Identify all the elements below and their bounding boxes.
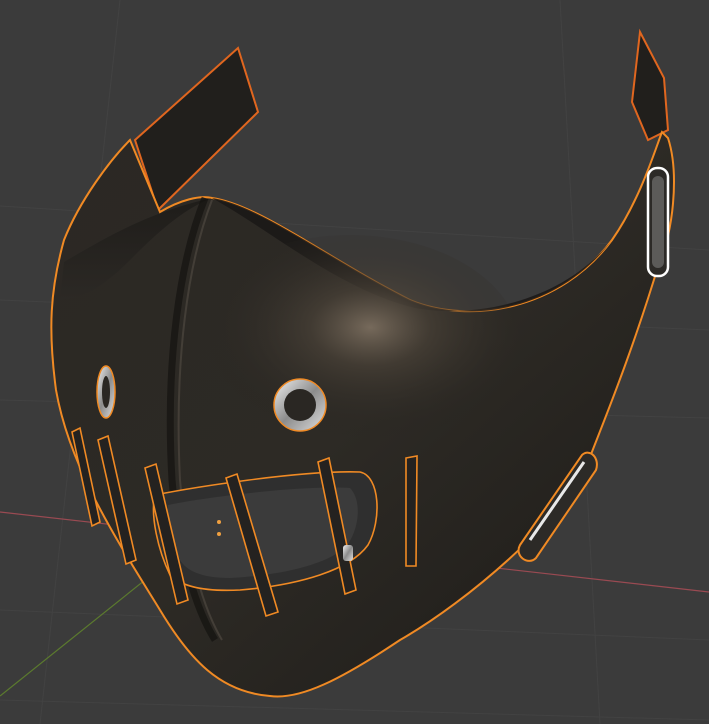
right-strap[interactable] xyxy=(630,28,670,142)
3d-viewport[interactable] xyxy=(0,0,709,724)
left-eyelet-hole xyxy=(102,376,110,408)
right-buckle-inner xyxy=(652,176,664,268)
surface-highlight xyxy=(180,235,520,455)
bar-rivet xyxy=(343,545,353,561)
left-strap[interactable] xyxy=(133,46,260,212)
mouth-bar[interactable] xyxy=(405,455,418,567)
viewport-canvas[interactable] xyxy=(0,0,709,724)
origin-point xyxy=(217,520,221,524)
center-eyelet-hole xyxy=(284,389,316,421)
origin-point xyxy=(217,532,221,536)
mask-object[interactable] xyxy=(50,28,675,698)
grid-line xyxy=(0,699,709,721)
